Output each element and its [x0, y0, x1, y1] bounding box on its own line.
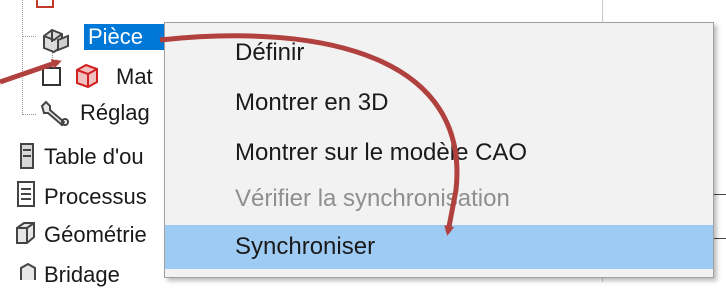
menu-item-synchroniser[interactable]: Synchroniser — [165, 225, 713, 269]
partial-row-icon — [36, 0, 54, 8]
tool-table-icon — [18, 142, 36, 175]
tree-connector — [22, 114, 36, 115]
clamping-icon — [18, 262, 38, 287]
tree-item-reglage[interactable]: Réglag — [80, 100, 150, 126]
context-menu: Définir Montrer en 3D Montrer sur le mod… — [164, 22, 714, 278]
tree-item-checkbox[interactable] — [42, 67, 61, 86]
part-icon[interactable] — [40, 26, 72, 59]
tree-connector — [22, 36, 36, 37]
tree-connector — [22, 0, 23, 115]
menu-item-montrer-3d[interactable]: Montrer en 3D — [165, 81, 713, 125]
menu-item-montrer-cao[interactable]: Montrer sur le modèle CAO — [165, 131, 713, 175]
tree-item-processus[interactable]: Processus — [44, 184, 147, 210]
tree-item-matiere[interactable]: Mat — [116, 64, 153, 90]
tree-item-geometrie[interactable]: Géométrie — [44, 222, 147, 248]
geometry-icon — [14, 220, 38, 251]
tree-item-bridage[interactable]: Bridage — [44, 262, 120, 288]
material-icon — [72, 60, 102, 95]
right-pane-edge-mark — [712, 194, 726, 195]
menu-item-verifier-sync: Vérifier la synchronisation — [235, 185, 510, 212]
settings-wrench-icon — [38, 98, 72, 133]
process-list-icon — [16, 180, 36, 213]
menu-item-definir[interactable]: Définir — [165, 31, 713, 75]
tree-item-table-outils[interactable]: Table d'ou — [44, 144, 144, 170]
right-pane-edge-mark — [712, 238, 726, 239]
